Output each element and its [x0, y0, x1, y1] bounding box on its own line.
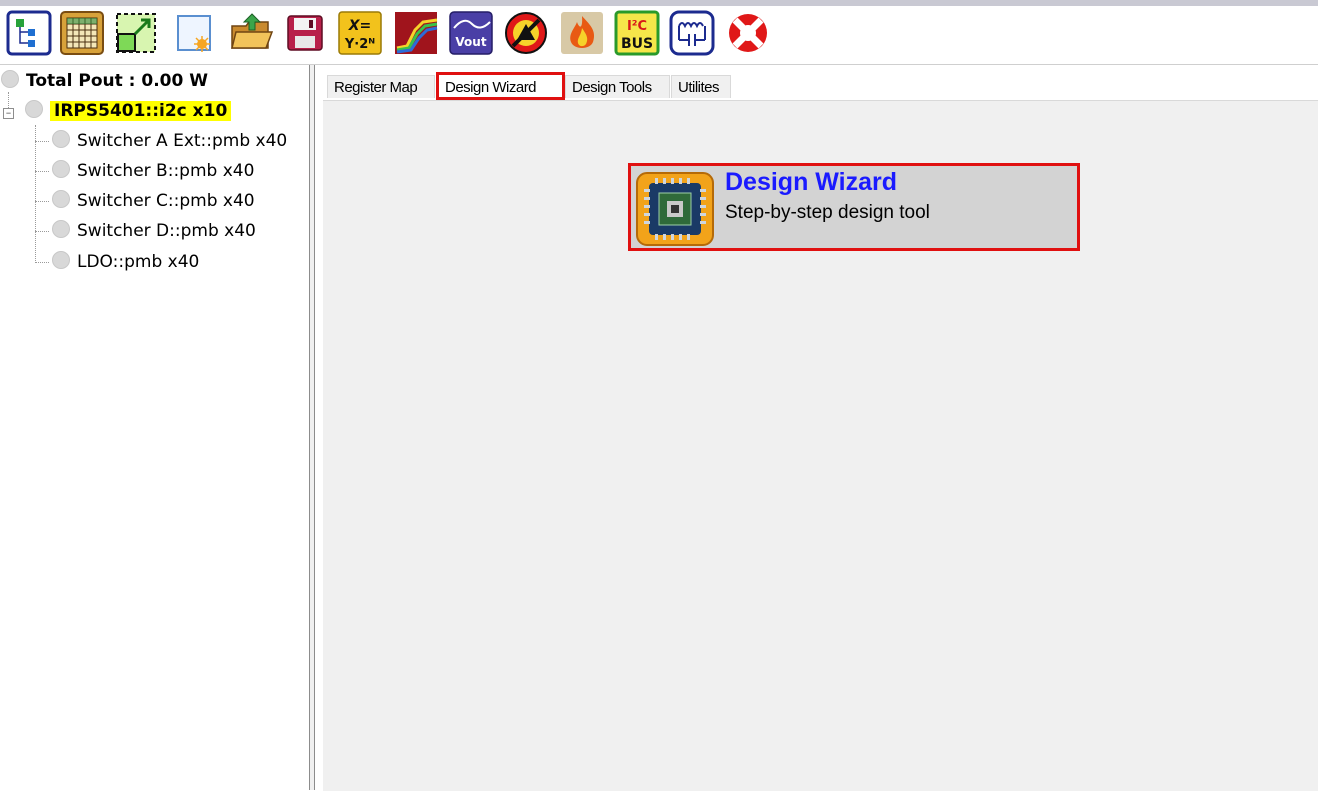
device-tree: Total Pout : 0.00 W − IRPS5401::i2c x10 …	[0, 65, 309, 790]
main-panel: Register Map Design Wizard Design Tools …	[315, 65, 1318, 791]
tree-connector	[35, 262, 49, 263]
tree-node-label: Switcher D::pmb x40	[77, 221, 256, 241]
status-dot-icon	[52, 160, 70, 178]
tree-node-ldo[interactable]: LDO::pmb x40	[52, 247, 199, 277]
tree-node-switcher-a[interactable]: Switcher A Ext::pmb x40	[52, 126, 287, 156]
design-wizard-subtitle: Step-by-step design tool	[725, 202, 930, 223]
waveform-icon[interactable]	[393, 10, 439, 56]
new-file-icon[interactable]	[172, 10, 218, 56]
design-wizard-page: Design Wizard Step-by-step design tool	[323, 100, 1318, 791]
i2c-bus-icon[interactable]: I²C BUS	[614, 10, 660, 56]
tree-connector	[35, 171, 49, 172]
status-dot-icon	[1, 70, 19, 88]
resize-icon[interactable]	[113, 10, 159, 56]
tab-design-wizard[interactable]: Design Wizard	[436, 72, 565, 100]
collapse-toggle-icon[interactable]: −	[3, 108, 14, 119]
tree-node-label: LDO::pmb x40	[77, 252, 200, 272]
tree-node-switcher-c[interactable]: Switcher C::pmb x40	[52, 186, 255, 216]
tree-connector	[35, 141, 49, 142]
tab-register-map[interactable]: Register Map	[327, 75, 435, 98]
tree-node-label: Switcher C::pmb x40	[77, 191, 255, 211]
no-fault-icon[interactable]	[503, 10, 549, 56]
tab-design-tools[interactable]: Design Tools	[565, 75, 670, 98]
chip-icon	[636, 172, 714, 246]
formula-icon[interactable]: X= Y·2ᴺ	[337, 10, 383, 56]
help-lifebuoy-icon[interactable]	[725, 10, 771, 56]
tree-connector	[35, 201, 49, 202]
thermal-fire-icon[interactable]	[559, 10, 605, 56]
tree-node-label: Switcher B::pmb x40	[77, 161, 255, 181]
device-label: IRPS5401::i2c x10	[50, 101, 232, 121]
tab-utilites[interactable]: Utilites	[671, 75, 731, 98]
tree-view-icon[interactable]	[6, 10, 52, 56]
tree-connector	[35, 231, 49, 232]
toolbar: X= Y·2ᴺ Vout I²C BUS	[0, 6, 1318, 65]
status-dot-icon	[52, 220, 70, 238]
status-dot-icon	[25, 100, 43, 118]
tree-node-switcher-b[interactable]: Switcher B::pmb x40	[52, 156, 254, 186]
status-dot-icon	[52, 130, 70, 148]
save-disk-icon[interactable]	[282, 10, 328, 56]
status-dot-icon	[52, 190, 70, 208]
i2c-top-text: I²C	[627, 19, 647, 34]
total-pout-label: Total Pout : 0.00 W	[26, 71, 208, 91]
open-folder-icon[interactable]	[228, 10, 274, 56]
i2c-bottom-text: BUS	[621, 36, 653, 52]
vout-icon[interactable]: Vout	[448, 10, 494, 56]
circuit-icon[interactable]	[669, 10, 715, 56]
tree-node-total-pout[interactable]: Total Pout : 0.00 W	[1, 66, 208, 96]
register-grid-icon[interactable]	[59, 10, 105, 56]
tree-connector	[35, 125, 36, 263]
formula-bottom-text: Y·2ᴺ	[344, 37, 375, 52]
design-wizard-button[interactable]: Design Wizard Step-by-step design tool	[628, 163, 1080, 251]
status-dot-icon	[52, 251, 70, 269]
tree-node-device[interactable]: IRPS5401::i2c x10	[25, 96, 232, 126]
tree-node-switcher-d[interactable]: Switcher D::pmb x40	[52, 216, 256, 246]
design-wizard-title: Design Wizard	[725, 168, 898, 196]
tab-strip: Register Map Design Wizard Design Tools …	[315, 65, 1318, 100]
formula-top-text: X=	[348, 18, 372, 34]
tree-node-label: Switcher A Ext::pmb x40	[77, 131, 288, 151]
vout-text: Vout	[455, 35, 486, 49]
